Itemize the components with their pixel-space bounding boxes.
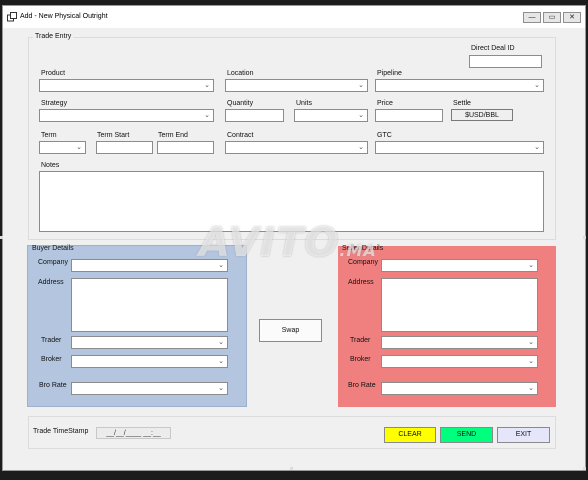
term-start-label: Term Start: [97, 132, 130, 139]
close-icon: ✕: [569, 14, 575, 21]
pipeline-label: Pipeline: [377, 70, 402, 77]
buyer-address-label: Address: [38, 279, 64, 286]
title-bar[interactable]: Add - New Physical Outright — ▭ ✕: [3, 6, 585, 28]
seller-broker-dropdown[interactable]: ⌄: [381, 355, 538, 368]
chevron-down-icon: ⌄: [528, 358, 534, 365]
contract-dropdown[interactable]: ⌄: [225, 141, 368, 154]
avito-watermark: AVITO.MA: [199, 220, 377, 266]
resize-handle-corner[interactable]: [583, 467, 586, 470]
location-label: Location: [227, 70, 254, 77]
price-label: Price: [377, 100, 393, 107]
location-dropdown[interactable]: ⌄: [225, 79, 368, 92]
window-icon: [7, 12, 17, 22]
contract-label: Contract: [227, 132, 254, 139]
minimize-button[interactable]: —: [523, 12, 541, 23]
chevron-down-icon: ⌄: [358, 82, 364, 89]
buyer-company-label: Company: [38, 259, 68, 266]
seller-trader-label: Trader: [350, 337, 371, 344]
product-dropdown[interactable]: ⌄: [39, 79, 214, 92]
settle-label: Settle: [453, 100, 471, 107]
seller-bro-rate-dropdown[interactable]: ⌄: [381, 382, 538, 395]
resize-handle-right[interactable]: [583, 236, 586, 239]
app-window: Add - New Physical Outright — ▭ ✕ Trade …: [2, 5, 586, 471]
strategy-label: Strategy: [41, 100, 68, 107]
clear-button[interactable]: CLEAR: [384, 427, 436, 443]
price-input[interactable]: [375, 109, 443, 122]
buyer-trader-dropdown[interactable]: ⌄: [71, 336, 228, 349]
buyer-details-label: Buyer Details: [32, 245, 74, 252]
gtc-dropdown[interactable]: ⌄: [375, 141, 544, 154]
term-end-input[interactable]: [157, 141, 214, 154]
direct-deal-id-input[interactable]: [469, 55, 542, 68]
chevron-down-icon: ⌄: [218, 339, 224, 346]
chevron-down-icon: ⌄: [358, 144, 364, 151]
pipeline-dropdown[interactable]: ⌄: [375, 79, 544, 92]
seller-trader-dropdown[interactable]: ⌄: [381, 336, 538, 349]
buyer-trader-label: Trader: [41, 337, 62, 344]
minimize-icon: —: [528, 14, 536, 21]
term-end-label: Term End: [158, 132, 188, 139]
buyer-bro-rate-dropdown[interactable]: ⌄: [71, 382, 228, 395]
term-label: Term: [41, 132, 57, 139]
quantity-input[interactable]: [225, 109, 284, 122]
swap-button[interactable]: Swap: [259, 319, 322, 342]
send-button[interactable]: SEND: [440, 427, 493, 443]
maximize-icon: ▭: [548, 14, 556, 21]
buyer-broker-dropdown[interactable]: ⌄: [71, 355, 228, 368]
seller-bro-rate-label: Bro Rate: [348, 382, 376, 389]
chevron-down-icon: ⌄: [528, 262, 534, 269]
settle-currency: $USD/BBL: [451, 109, 513, 121]
seller-address-textarea[interactable]: [381, 278, 538, 332]
term-start-input[interactable]: [96, 141, 153, 154]
term-dropdown[interactable]: ⌄: [39, 141, 86, 154]
seller-address-label: Address: [348, 279, 374, 286]
chevron-down-icon: ⌄: [76, 144, 82, 151]
trade-timestamp-label: Trade TimeStamp: [33, 428, 89, 435]
close-button[interactable]: ✕: [563, 12, 581, 23]
seller-broker-label: Broker: [350, 356, 371, 363]
exit-button[interactable]: EXIT: [497, 427, 550, 443]
trade-timestamp-input[interactable]: __/__/____ __:__: [96, 427, 171, 439]
watermark-suffix: .MA: [339, 241, 377, 260]
trade-entry-label: Trade Entry: [33, 33, 74, 40]
watermark-text: AVITO: [199, 220, 340, 266]
units-label: Units: [296, 100, 312, 107]
buyer-broker-label: Broker: [41, 356, 62, 363]
resize-handle-left[interactable]: [0, 236, 3, 239]
notes-label: Notes: [41, 162, 60, 169]
chevron-down-icon: ⌄: [204, 112, 210, 119]
resize-handle-bottom[interactable]: [290, 467, 293, 470]
buyer-address-textarea[interactable]: [71, 278, 228, 332]
buyer-bro-rate-label: Bro Rate: [39, 382, 67, 389]
chevron-down-icon: ⌄: [358, 112, 364, 119]
window-title: Add - New Physical Outright: [20, 13, 108, 20]
chevron-down-icon: ⌄: [528, 339, 534, 346]
gtc-label: GTC: [377, 132, 392, 139]
chevron-down-icon: ⌄: [528, 385, 534, 392]
chevron-down-icon: ⌄: [534, 82, 540, 89]
quantity-label: Quantity: [227, 100, 254, 107]
chevron-down-icon: ⌄: [218, 358, 224, 365]
strategy-dropdown[interactable]: ⌄: [39, 109, 214, 122]
maximize-button[interactable]: ▭: [543, 12, 561, 23]
chevron-down-icon: ⌄: [204, 82, 210, 89]
seller-company-dropdown[interactable]: ⌄: [381, 259, 538, 272]
direct-deal-id-label: Direct Deal ID: [471, 45, 515, 52]
units-dropdown[interactable]: ⌄: [294, 109, 368, 122]
chevron-down-icon: ⌄: [218, 385, 224, 392]
chevron-down-icon: ⌄: [534, 144, 540, 151]
product-label: Product: [41, 70, 66, 77]
